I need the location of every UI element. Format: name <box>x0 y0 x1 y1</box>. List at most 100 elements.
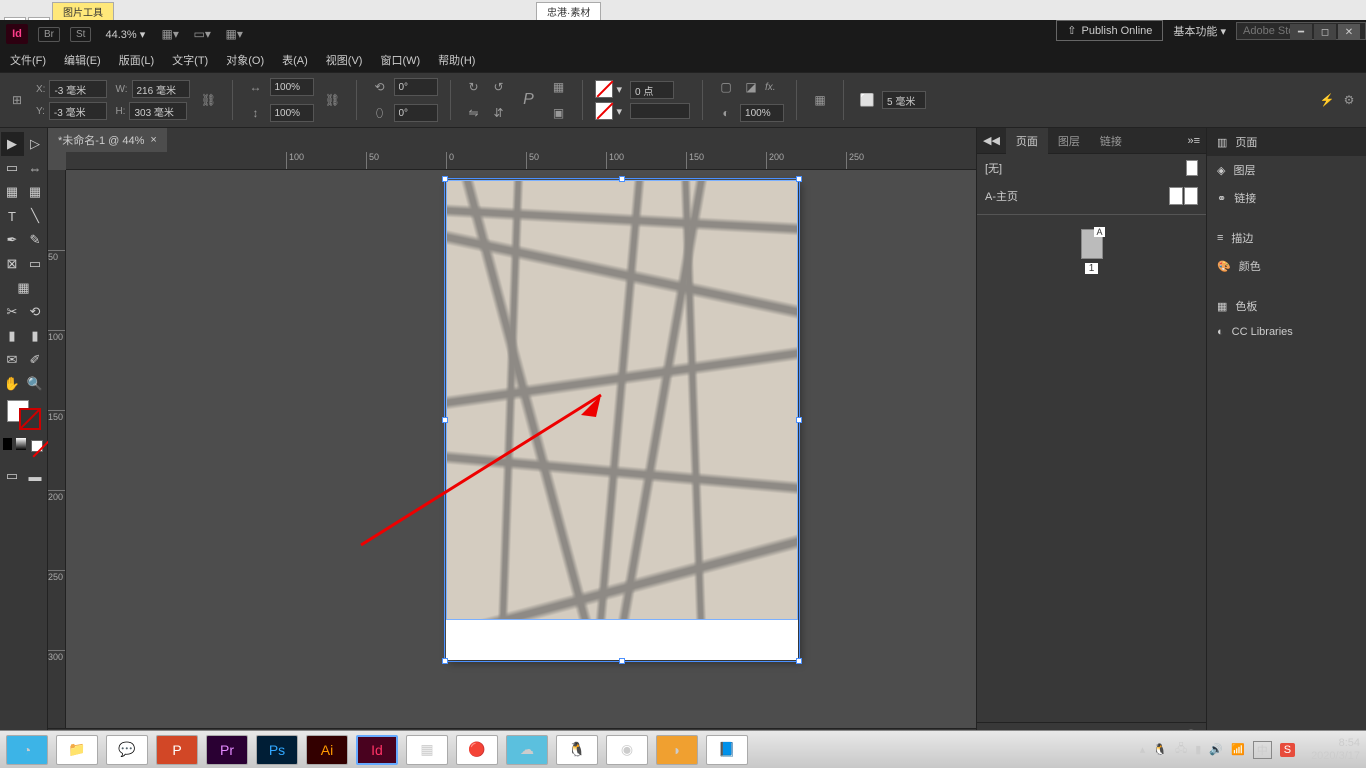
gradient-swatch-tool[interactable]: ▮ <box>1 324 24 348</box>
tab-layers[interactable]: 图层 <box>1048 128 1090 154</box>
constrain-scale-icon[interactable]: ⛓ <box>322 89 344 111</box>
scissors-tool[interactable]: ✂ <box>1 300 24 324</box>
tray-wifi-icon[interactable]: 📶 <box>1231 743 1245 756</box>
taskbar-indesign[interactable]: Id <box>356 735 398 765</box>
content-select-icon[interactable]: ▣ <box>548 102 570 124</box>
taskbar-qq[interactable]: 🐧 <box>556 735 598 765</box>
maximize-button[interactable]: ◻ <box>1314 24 1336 40</box>
tray-vol-icon[interactable]: 🔊 <box>1209 743 1223 756</box>
panel-collapse-icon[interactable]: ◀◀ <box>977 134 1006 147</box>
text-wrap-icon[interactable]: ▦ <box>809 89 831 111</box>
stroke-weight-field[interactable] <box>630 81 674 99</box>
tray-ime[interactable]: 中 <box>1253 741 1272 759</box>
canvas[interactable] <box>66 170 976 728</box>
scale-y-field[interactable] <box>270 104 314 122</box>
table-tool[interactable]: ▦ <box>1 276 47 300</box>
dock-color[interactable]: 🎨颜色 <box>1207 252 1366 280</box>
pencil-tool[interactable]: ✎ <box>24 228 47 252</box>
taskbar-powerpoint[interactable]: P <box>156 735 198 765</box>
quick-apply-icon[interactable]: ⚡ <box>1316 89 1338 111</box>
menu-item-layout[interactable]: 版面(L) <box>119 52 154 68</box>
fill-swatch[interactable] <box>595 80 613 98</box>
w-field[interactable] <box>132 80 190 98</box>
taskbar-explorer[interactable]: 📁 <box>56 735 98 765</box>
rotate-field[interactable] <box>394 78 438 96</box>
menu-item-help[interactable]: 帮助(H) <box>438 52 475 68</box>
pen-tool[interactable]: ✒ <box>1 228 24 252</box>
corner-icon[interactable]: ⬜ <box>856 89 878 111</box>
panel-menu-icon[interactable]: »≡ <box>1181 135 1206 147</box>
dock-pages[interactable]: ▥页面 <box>1207 128 1366 156</box>
effects-icon[interactable]: ▢ <box>715 76 737 98</box>
type-tool[interactable]: T <box>1 204 24 228</box>
note-tool[interactable]: ✉ <box>1 348 24 372</box>
os-tab[interactable]: 忠港·素材 <box>536 2 601 20</box>
close-button[interactable]: ✕ <box>1338 24 1360 40</box>
close-tab-icon[interactable]: × <box>150 134 156 146</box>
preview-mode-icon[interactable]: ▬ <box>24 464 47 488</box>
line-tool[interactable]: ╲ <box>24 204 47 228</box>
taskbar-app3[interactable]: 🔴 <box>456 735 498 765</box>
menu-icon[interactable]: ⚙ <box>1338 89 1360 111</box>
taskbar-illustrator[interactable]: Ai <box>306 735 348 765</box>
taskbar-notes[interactable]: 📘 <box>706 735 748 765</box>
flip-v-icon[interactable]: ⇵ <box>488 102 510 124</box>
menu-item-object[interactable]: 对象(O) <box>226 52 264 68</box>
os-tab[interactable]: 图片工具 <box>52 2 114 20</box>
master-a-row[interactable]: A-主页 <box>977 182 1206 210</box>
rotate-cw-icon[interactable]: ↻ <box>463 76 485 98</box>
h-field[interactable] <box>129 102 187 120</box>
taskbar-photoshop[interactable]: Ps <box>256 735 298 765</box>
taskbar-app5[interactable]: ◗ <box>656 735 698 765</box>
screen-mode-icon[interactable]: ▭▾ <box>191 23 213 45</box>
taskbar-app2[interactable]: ▦ <box>406 735 448 765</box>
tab-links[interactable]: 链接 <box>1090 128 1132 154</box>
tray-expand-icon[interactable]: ▴ <box>1140 743 1146 756</box>
master-none-row[interactable]: [无] <box>977 154 1206 182</box>
flip-h-icon[interactable]: ⇋ <box>463 102 485 124</box>
dock-cc-libraries[interactable]: ◐CC Libraries <box>1207 320 1366 344</box>
x-field[interactable] <box>49 80 107 98</box>
tray-sogou[interactable]: S <box>1280 743 1295 757</box>
apply-gradient-icon[interactable] <box>16 438 26 450</box>
selection-tool[interactable]: ▶ <box>1 132 24 156</box>
stroke-swatch[interactable] <box>595 102 613 120</box>
menu-item-type[interactable]: 文字(T) <box>172 52 208 68</box>
normal-mode-icon[interactable]: ▭ <box>1 464 24 488</box>
document-tab[interactable]: *未命名-1 @ 44%× <box>48 128 167 152</box>
corner-field[interactable] <box>882 91 926 109</box>
minimize-button[interactable]: ━ <box>1290 24 1312 40</box>
tray-net-icon[interactable]: 🖧 <box>1175 740 1187 759</box>
content-placer-tool[interactable]: ▦ <box>24 180 47 204</box>
publish-online-button[interactable]: ⇧ Publish Online <box>1056 20 1163 41</box>
gap-tool[interactable]: ⇔ <box>24 156 47 180</box>
view-options-icon[interactable]: ▦▾ <box>159 23 181 45</box>
page-tool[interactable]: ▭ <box>1 156 24 180</box>
menu-item-edit[interactable]: 编辑(E) <box>64 52 101 68</box>
menu-item-window[interactable]: 窗口(W) <box>380 52 420 68</box>
scale-x-field[interactable] <box>270 78 314 96</box>
fill-dropdown-icon[interactable]: ▾ <box>617 83 623 96</box>
tray-qq-icon[interactable]: 🐧 <box>1153 743 1167 756</box>
dock-links[interactable]: ⚭链接 <box>1207 184 1366 212</box>
free-transform-tool[interactable]: ⟲ <box>24 300 47 324</box>
placed-image[interactable] <box>446 180 798 620</box>
taskbar-clock[interactable]: 8:54 2020/3/17 <box>1311 737 1360 761</box>
fill-stroke-control[interactable] <box>5 400 43 430</box>
ref-point-icon[interactable]: ⊞ <box>6 89 28 111</box>
rect-frame-tool[interactable]: ⊠ <box>1 252 24 276</box>
dock-stroke[interactable]: ≡描边 <box>1207 224 1366 252</box>
taskbar-app[interactable]: ◔ <box>6 735 48 765</box>
container-select-icon[interactable]: ▦ <box>548 76 570 98</box>
taskbar-wechat[interactable]: 💬 <box>106 735 148 765</box>
apply-color-icon[interactable] <box>3 438 13 450</box>
stock-button[interactable]: St <box>70 27 91 42</box>
menu-item-view[interactable]: 视图(V) <box>326 52 363 68</box>
workspace-switcher[interactable]: 基本功能 ▾ <box>1173 23 1226 39</box>
bridge-button[interactable]: Br <box>38 27 60 42</box>
stroke-dropdown-icon[interactable]: ▾ <box>617 105 623 118</box>
tray-battery-icon[interactable]: ▮ <box>1195 743 1201 756</box>
page-thumbnail[interactable]: A <box>1081 229 1103 259</box>
y-field[interactable] <box>49 102 107 120</box>
stroke-style-dropdown[interactable] <box>630 103 690 119</box>
